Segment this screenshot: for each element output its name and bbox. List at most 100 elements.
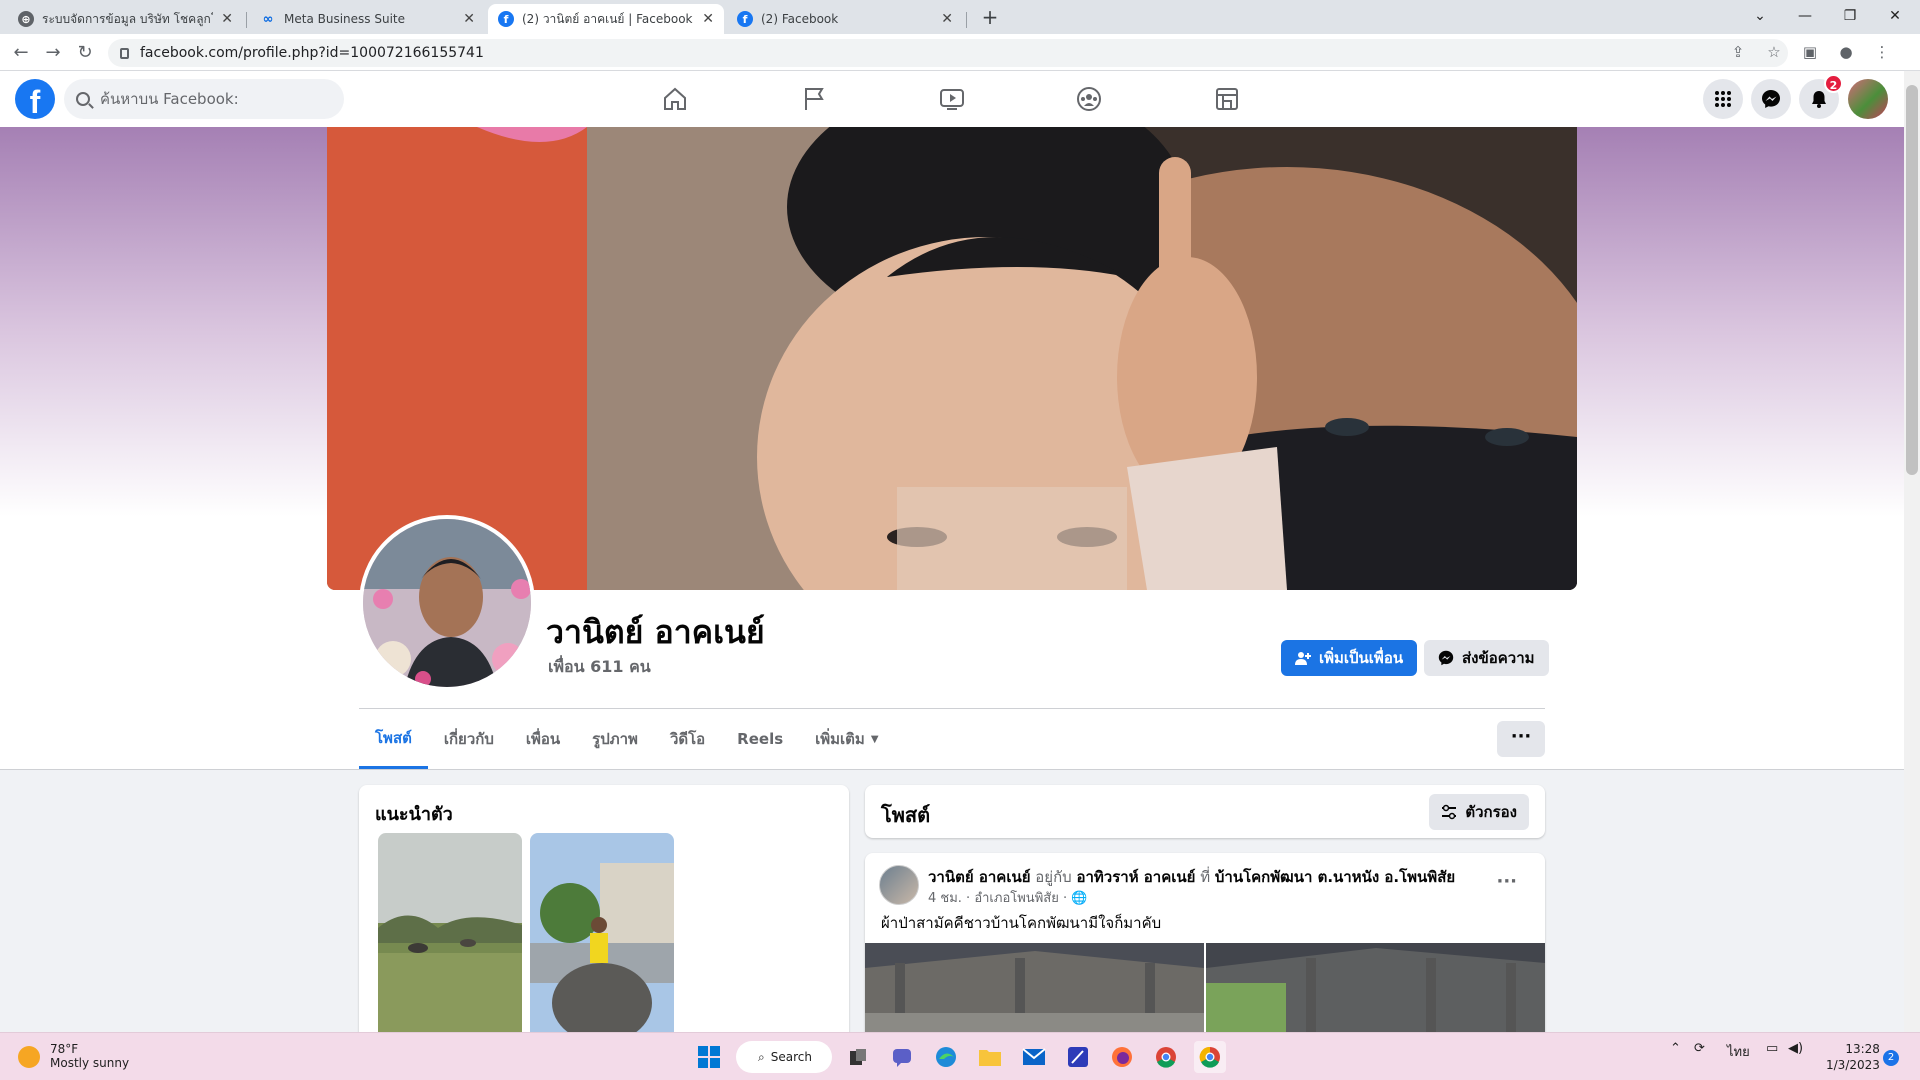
new-tab-button[interactable]: + (976, 6, 1004, 30)
minimize-icon[interactable]: — (1785, 4, 1825, 28)
chat-icon (893, 1049, 911, 1067)
post-author[interactable]: วานิตย์ อาคเนย์ (928, 868, 1031, 886)
bell-icon (1812, 91, 1826, 108)
windows-start-button[interactable] (693, 1041, 725, 1073)
friend-count[interactable]: เพื่อน 611 คน (548, 655, 651, 680)
featured-photo-1[interactable] (378, 833, 522, 1043)
tab-reels[interactable]: Reels (721, 709, 799, 769)
language-indicator[interactable]: ไทย (1727, 1041, 1750, 1062)
send-message-button[interactable]: ส่งข้อความ (1424, 640, 1549, 676)
profile-header: วานิตย์ อาคเนย์ เพื่อน 611 คน เพิ่มเป็นเ… (0, 127, 1904, 770)
nav-watch[interactable] (897, 71, 1007, 127)
volume-icon[interactable]: ◀) (1788, 1041, 1803, 1056)
caret-down-icon: ▼ (870, 733, 879, 745)
forward-arrow-icon[interactable]: → (40, 40, 66, 66)
clock-time: 13:28 (1845, 1042, 1880, 1056)
sync-icon[interactable]: ⟳ (1694, 1041, 1705, 1056)
post-tagged-person[interactable]: อาทิวราห์ อาคเนย์ (1076, 868, 1195, 886)
search-icon: ⌕ (758, 1049, 765, 1064)
nav-gaming[interactable] (1172, 71, 1282, 127)
nav-groups[interactable] (1034, 71, 1144, 127)
tab-about[interactable]: เกี่ยวกับ (428, 709, 510, 769)
field-photo-image (378, 833, 522, 1043)
intro-title: แนะนำตัว (375, 804, 453, 825)
notifications-button[interactable]: 2 (1799, 74, 1843, 119)
window-close-icon[interactable]: ✕ (1875, 4, 1915, 28)
facebook-logo[interactable]: f (15, 79, 55, 120)
teams-chat-button[interactable] (886, 1041, 918, 1073)
post-card: วานิตย์ อาคเนย์ อยู่กับ อาทิวราห์ อาคเนย… (865, 853, 1545, 1053)
profile-more-button[interactable]: ··· (1497, 721, 1545, 757)
restore-icon[interactable]: ❐ (1830, 4, 1870, 28)
tab-friends[interactable]: เพื่อน (510, 709, 576, 769)
bookmark-star-icon[interactable]: ☆ (1764, 39, 1784, 65)
chrome-app-button[interactable] (1150, 1041, 1182, 1073)
chrome-active-button[interactable] (1194, 1041, 1226, 1073)
facebook-search[interactable] (64, 79, 344, 119)
browser-tab-3-active[interactable]: f (2) วานิตย์ อาคเนย์ | Facebook ✕ (488, 4, 724, 34)
file-explorer-button[interactable] (974, 1041, 1006, 1073)
tab-more[interactable]: เพิ่มเติม ▼ (799, 709, 894, 769)
nav-home[interactable] (620, 71, 730, 127)
groups-icon (1077, 87, 1101, 111)
post-location[interactable]: บ้านโคกพัฒนา ต.นาหนัง อ.โพนพิสัย (1215, 868, 1455, 886)
messenger-icon (1762, 90, 1780, 108)
task-view-button[interactable] (842, 1041, 874, 1073)
edge-button[interactable] (930, 1041, 962, 1073)
share-icon[interactable]: ⇪ (1728, 39, 1748, 65)
close-icon[interactable]: ✕ (463, 11, 475, 27)
network-icon[interactable]: ▭ (1766, 1041, 1778, 1056)
notification-center-badge[interactable]: 2 (1883, 1050, 1899, 1066)
post-options-button[interactable]: ··· (1496, 871, 1517, 892)
profile-icon[interactable]: ● (1836, 39, 1856, 65)
nav-pages[interactable] (759, 71, 869, 127)
post-text: ผ้าป่าสามัคคีชาวบ้านโคกพัฒนามีใจก็มาคับ (881, 914, 1162, 932)
mail-icon (1022, 1048, 1046, 1065)
grid-menu-icon (1715, 91, 1731, 107)
facebook-top-bar: f 2 (0, 71, 1904, 127)
search-input[interactable] (100, 90, 320, 108)
close-icon[interactable]: ✕ (221, 11, 233, 27)
tab-videos[interactable]: วิดีโอ (654, 709, 721, 769)
filter-button[interactable]: ตัวกรอง (1429, 794, 1529, 830)
pages-flag-icon (805, 88, 824, 110)
back-arrow-icon[interactable]: ← (8, 40, 34, 66)
scrollbar-thumb[interactable] (1906, 85, 1918, 475)
profile-picture[interactable] (359, 515, 535, 691)
account-avatar[interactable] (1848, 79, 1888, 119)
taskbar-search-label: Search (770, 1050, 812, 1064)
notification-badge: 2 (1824, 74, 1843, 93)
tab-title: (2) Facebook (761, 12, 839, 26)
clock-date: 1/3/2023 (1826, 1058, 1880, 1072)
tab-posts[interactable]: โพสต์ (359, 709, 428, 769)
browser-tab-4[interactable]: f (2) Facebook ✕ (727, 4, 963, 34)
pen-app-button[interactable] (1062, 1041, 1094, 1073)
reload-icon[interactable]: ↻ (72, 40, 98, 66)
weather-desc: Mostly sunny (50, 1056, 130, 1070)
add-friend-button[interactable]: เพิ่มเป็นเพื่อน (1281, 640, 1418, 676)
taskbar-search[interactable]: ⌕ Search (736, 1041, 832, 1073)
messenger-button[interactable] (1751, 79, 1791, 119)
browser-tab-1[interactable]: ⊕ ระบบจัดการข้อมูล บริษัท โชคลูกโชค ✕ (8, 4, 243, 34)
tab-title: Meta Business Suite (284, 12, 405, 26)
profile-tabs: โพสต์ เกี่ยวกับ เพื่อน รูปภาพ วิดีโอ Ree… (359, 709, 895, 769)
cover-photo[interactable] (327, 127, 1577, 590)
menu-grid-button[interactable] (1703, 79, 1743, 119)
url-field[interactable]: facebook.com/profile.php?id=100072166155… (108, 39, 1788, 67)
weather-widget[interactable]: 78°F Mostly sunny (18, 1042, 129, 1070)
close-icon[interactable]: ✕ (941, 11, 953, 27)
tab-search-icon[interactable]: ⌄ (1740, 4, 1780, 28)
featured-photo-2[interactable] (530, 833, 674, 1043)
tab-photos[interactable]: รูปภาพ (576, 709, 654, 769)
system-clock[interactable]: 13:28 1/3/2023 (1826, 1041, 1880, 1073)
post-timestamp[interactable]: 4 ชม. · อำเภอโพนพิสัย · (928, 891, 1067, 906)
tray-chevron-icon[interactable]: ⌃ (1670, 1041, 1681, 1056)
mail-button[interactable] (1018, 1041, 1050, 1073)
post-author-avatar[interactable] (879, 865, 919, 905)
globe-icon: 🌐 (1071, 891, 1088, 906)
menu-kebab-icon[interactable]: ⋮ (1872, 39, 1892, 65)
browser-tab-2[interactable]: ∞ Meta Business Suite ✕ (250, 4, 485, 34)
close-icon[interactable]: ✕ (702, 11, 714, 27)
firefox-button[interactable] (1106, 1041, 1138, 1073)
side-panel-icon[interactable]: ▣ (1800, 39, 1820, 65)
